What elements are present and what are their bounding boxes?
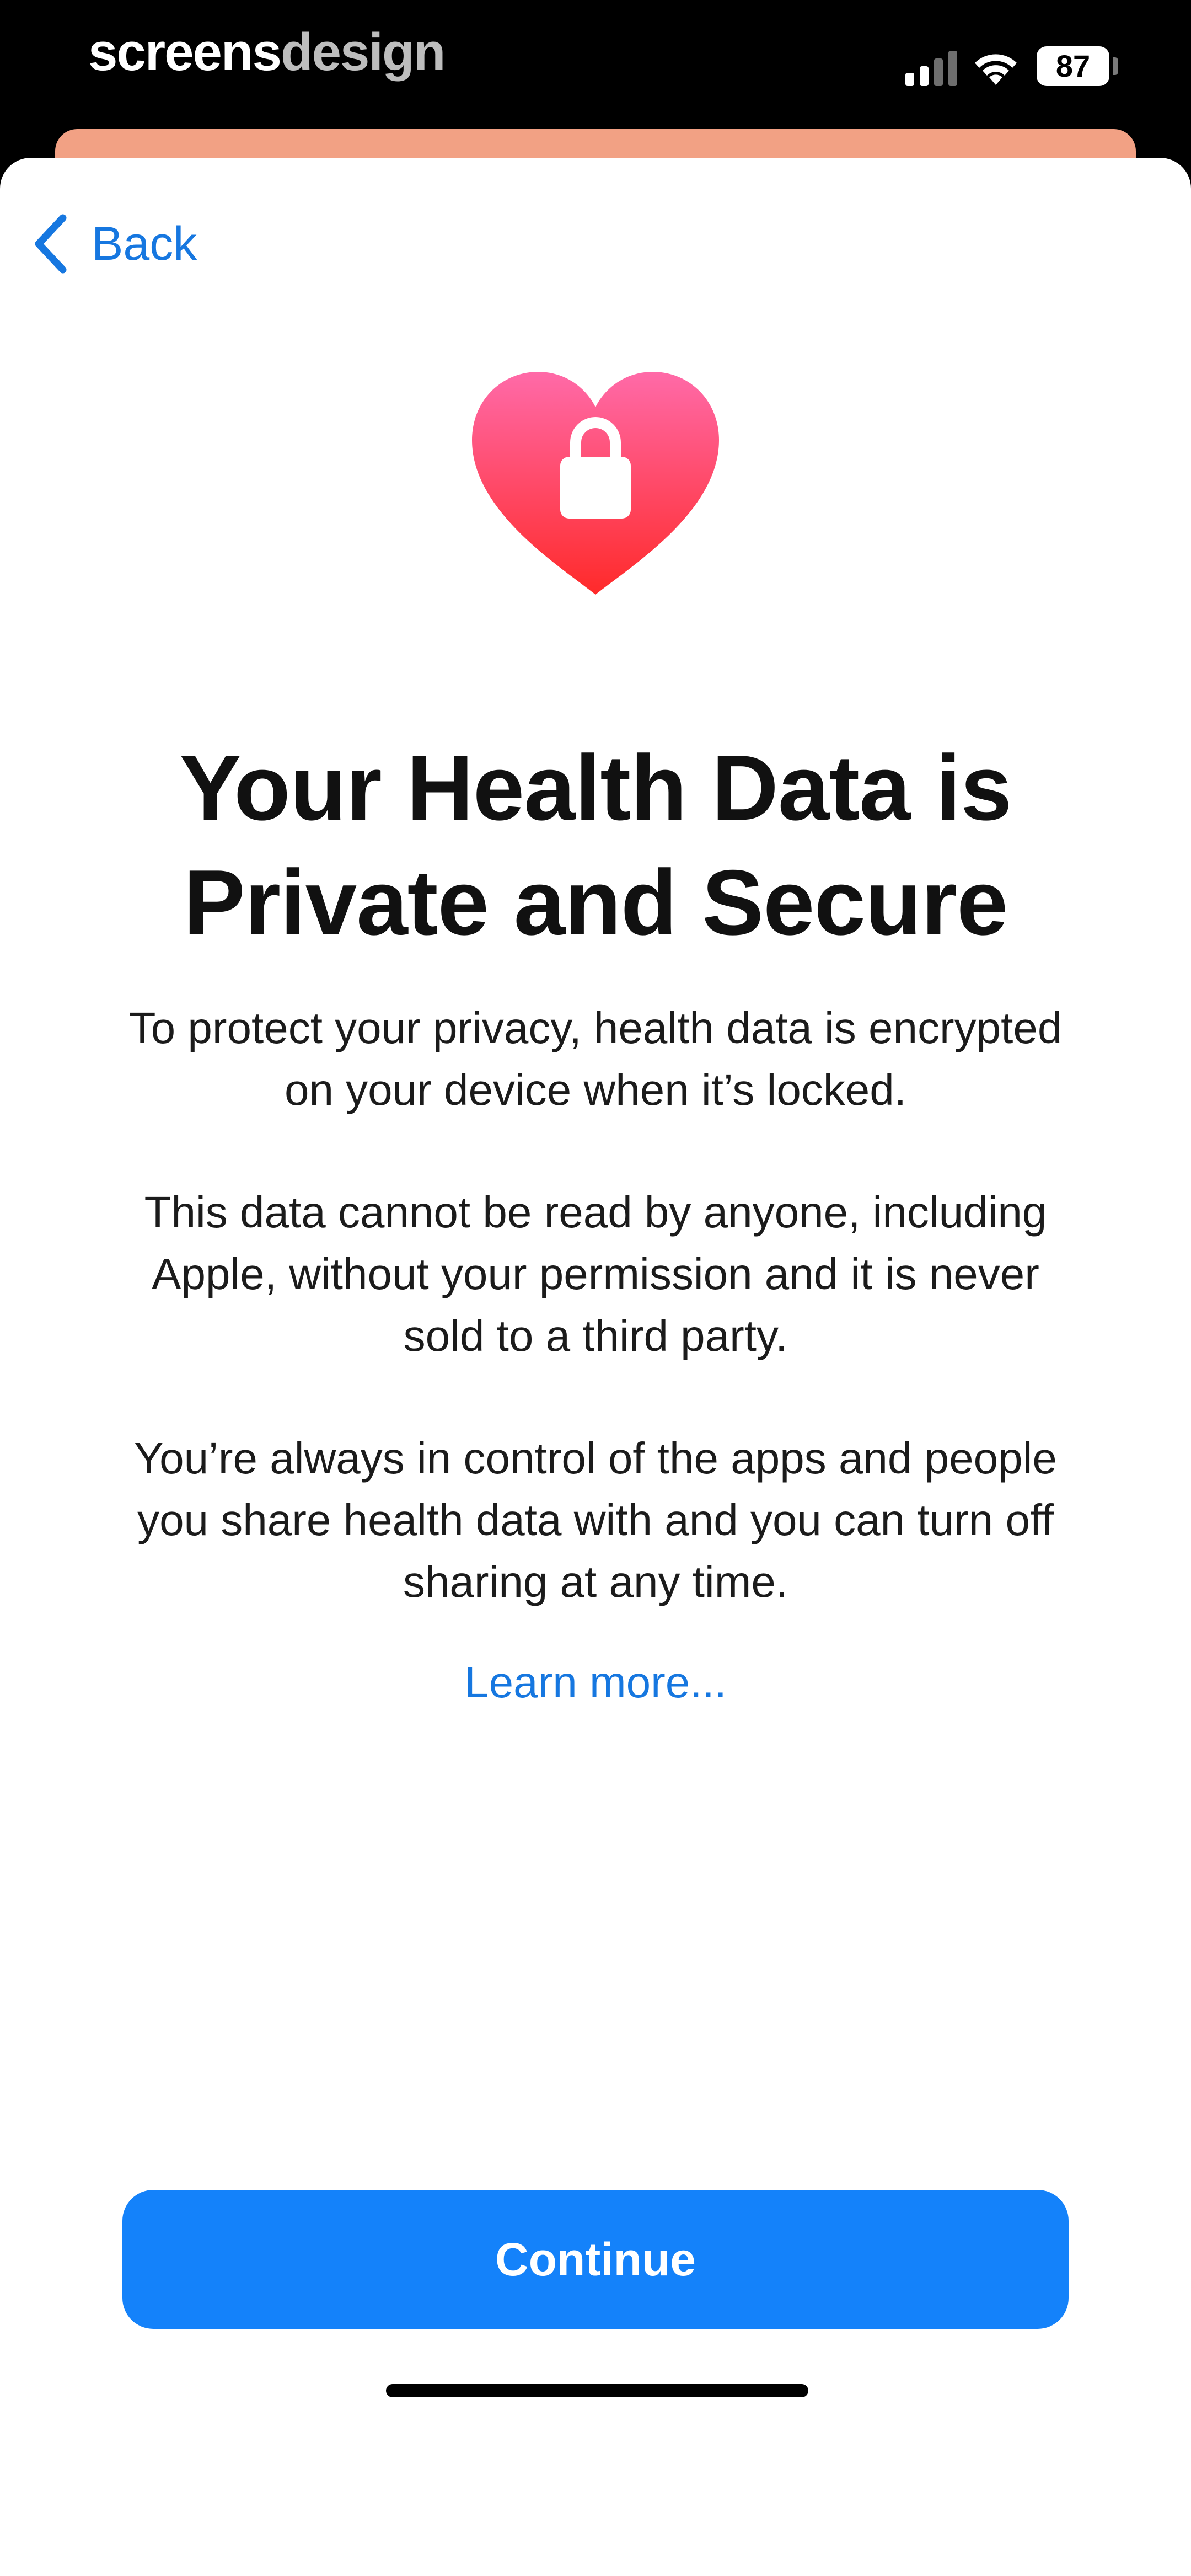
back-button[interactable]: Back bbox=[32, 205, 197, 282]
battery-icon: 87 bbox=[1037, 46, 1109, 86]
battery-level: 87 bbox=[1055, 49, 1091, 83]
watermark-logo: screensdesign bbox=[88, 22, 446, 83]
home-indicator[interactable] bbox=[386, 2384, 808, 2397]
watermark-part-1: screens bbox=[88, 23, 282, 82]
watermark-part-2: design bbox=[280, 23, 446, 82]
wifi-icon bbox=[975, 54, 1017, 85]
privacy-sheet: Back Your Health Data is Private and Sec… bbox=[0, 158, 1191, 2576]
learn-more-link[interactable]: Learn more... bbox=[265, 1652, 926, 1713]
status-bar: screensdesign 87 bbox=[0, 0, 1191, 127]
privacy-paragraph-2: This data cannot be read by anyone, incl… bbox=[144, 1188, 1047, 1360]
back-label: Back bbox=[92, 217, 197, 270]
continue-label: Continue bbox=[495, 2233, 696, 2285]
signal-icon bbox=[905, 51, 957, 86]
privacy-paragraph-1: To protect your privacy, health data is … bbox=[128, 1003, 1063, 1114]
battery-cap bbox=[1113, 57, 1118, 75]
privacy-paragraph-3: You’re always in control of the apps and… bbox=[134, 1434, 1057, 1606]
screen: screensdesign 87 Back Your Health Data i… bbox=[0, 0, 1191, 2576]
heart-lock-icon bbox=[472, 372, 719, 595]
page-title: Your Health Data is Private and Secure bbox=[179, 736, 1012, 954]
continue-button[interactable]: Continue bbox=[122, 2190, 1069, 2329]
chevron-left-icon bbox=[35, 214, 67, 274]
